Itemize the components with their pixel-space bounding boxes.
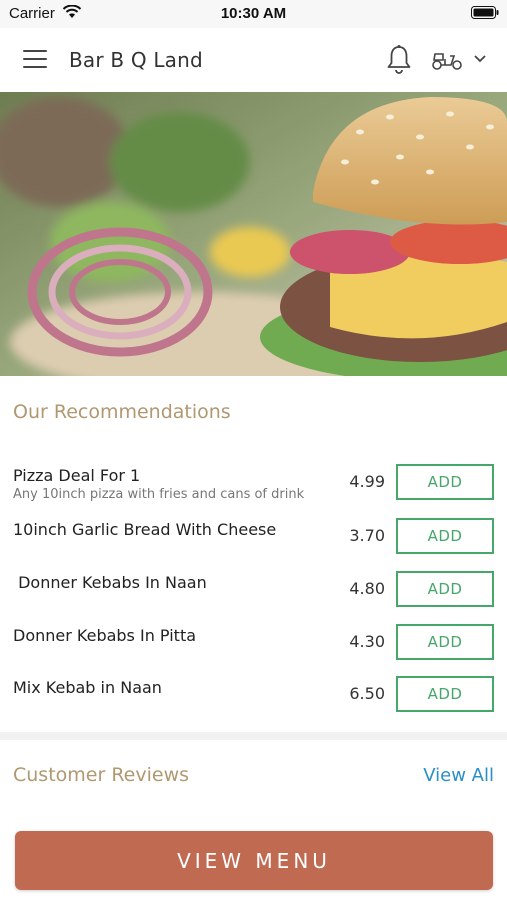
hero-image xyxy=(0,92,507,376)
item-price: 3.70 xyxy=(349,526,385,545)
status-time: 10:30 AM xyxy=(220,5,287,22)
add-button[interactable]: ADD xyxy=(396,571,494,607)
scooter-icon[interactable] xyxy=(431,47,463,71)
add-button[interactable]: ADD xyxy=(396,676,494,712)
list-item: Pizza Deal For 1 Any 10inch pizza with f… xyxy=(0,460,507,508)
list-item: Donner Kebabs In Pitta 4.30 ADD xyxy=(0,620,507,668)
add-button[interactable]: ADD xyxy=(396,464,494,500)
section-divider xyxy=(0,732,507,740)
list-item: Donner Kebabs In Naan 4.80 ADD xyxy=(0,567,507,615)
item-price: 6.50 xyxy=(349,684,385,703)
list-item: Mix Kebab in Naan 6.50 ADD xyxy=(0,672,507,720)
add-button[interactable]: ADD xyxy=(396,518,494,554)
item-name: Mix Kebab in Naan xyxy=(13,678,162,697)
item-price: 4.80 xyxy=(349,579,385,598)
add-button[interactable]: ADD xyxy=(396,624,494,660)
recommendations-title: Our Recommendations xyxy=(13,401,231,423)
menu-icon[interactable] xyxy=(23,50,47,68)
item-name: Donner Kebabs In Naan xyxy=(13,573,207,592)
bell-icon[interactable] xyxy=(386,44,412,74)
item-name: 10inch Garlic Bread With Cheese xyxy=(13,520,277,539)
burger-photo xyxy=(0,92,507,376)
view-all-link[interactable]: View All xyxy=(423,765,494,786)
item-name: Pizza Deal For 1 xyxy=(13,466,141,485)
item-description: Any 10inch pizza with fries and cans of … xyxy=(13,487,305,502)
app-header: Bar B Q Land xyxy=(0,28,507,92)
chevron-down-icon[interactable] xyxy=(473,54,487,64)
item-price: 4.99 xyxy=(349,472,385,491)
item-price: 4.30 xyxy=(349,632,385,651)
status-bar: Carrier 10:30 AM xyxy=(0,0,507,28)
app-title: Bar B Q Land xyxy=(69,48,203,72)
item-name: Donner Kebabs In Pitta xyxy=(13,626,197,645)
view-menu-button[interactable]: VIEW MENU xyxy=(15,831,493,890)
list-item: 10inch Garlic Bread With Cheese 3.70 ADD xyxy=(0,514,507,562)
battery-icon xyxy=(471,6,499,19)
reviews-title: Customer Reviews xyxy=(13,764,190,786)
